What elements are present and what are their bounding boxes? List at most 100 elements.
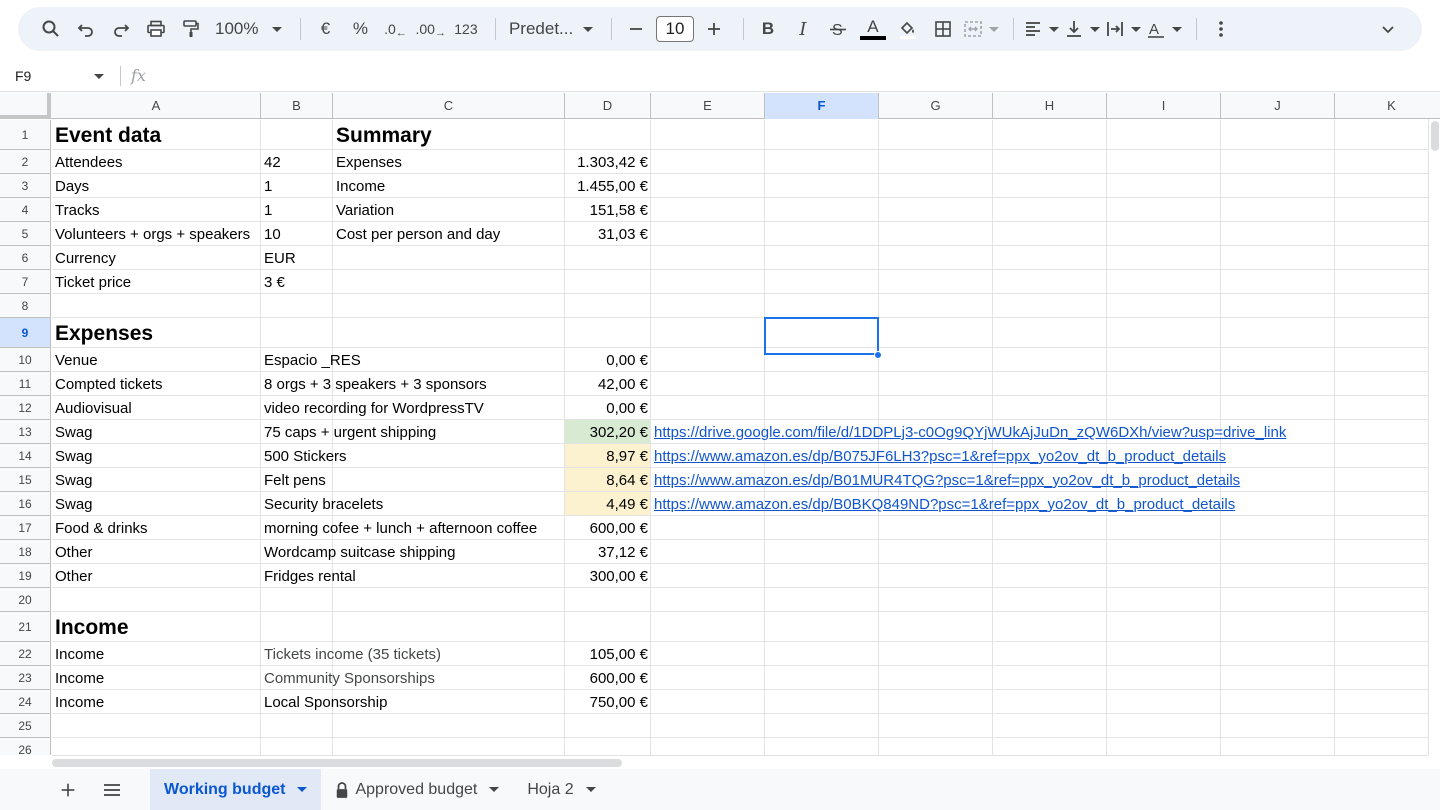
text-color-icon[interactable]: A (858, 14, 888, 44)
cell-a15[interactable]: Swag (52, 468, 261, 492)
collapse-toolbar-icon[interactable] (1373, 14, 1403, 44)
column-header-g[interactable]: G (879, 93, 993, 119)
cell-b15[interactable]: Felt pens (261, 468, 333, 492)
cell-b12[interactable]: video recording for WordpressTV (261, 396, 484, 420)
add-sheet-button[interactable] (46, 769, 90, 810)
cell-a18[interactable]: Other (52, 540, 261, 564)
search-menus-icon[interactable] (36, 14, 66, 44)
cell-b3[interactable]: 1 (261, 174, 333, 198)
cell-b7[interactable]: 3 € (261, 270, 333, 294)
text-rotation-icon[interactable]: A (1146, 14, 1182, 44)
row-header-4[interactable]: 4 (0, 198, 51, 222)
row-header-25[interactable]: 25 (0, 714, 51, 738)
borders-icon[interactable] (928, 14, 958, 44)
font-size-input[interactable]: 10 (655, 16, 694, 42)
row-header-12[interactable]: 12 (0, 396, 51, 420)
format-currency-button[interactable]: € (310, 14, 340, 44)
cell-a24[interactable]: Income (52, 690, 261, 714)
cell-b19[interactable]: Fridges rental (261, 564, 356, 588)
horizontal-align-icon[interactable] (1023, 14, 1059, 44)
row-header-9[interactable]: 9 (0, 318, 51, 348)
row-header-10[interactable]: 10 (0, 348, 51, 372)
column-header-i[interactable]: I (1107, 93, 1221, 119)
cell-b13[interactable]: 75 caps + urgent shipping (261, 420, 436, 444)
cell-a1[interactable]: Event data (52, 120, 261, 150)
cell-d3[interactable]: 1.455,00 € (565, 174, 651, 198)
chevron-down-icon[interactable] (489, 787, 500, 792)
cell-c3[interactable]: Income (333, 174, 565, 198)
cell-b23[interactable]: Community Sponsorships (261, 666, 435, 690)
undo-icon[interactable] (71, 14, 101, 44)
select-all-corner[interactable] (0, 93, 51, 119)
cell-a3[interactable]: Days (52, 174, 261, 198)
row-header-24[interactable]: 24 (0, 690, 51, 714)
column-header-a[interactable]: A (52, 93, 261, 119)
row-header-5[interactable]: 5 (0, 222, 51, 246)
cell-d12[interactable]: 0,00 € (565, 396, 651, 420)
cell-e14[interactable]: https://www.amazon.es/dp/B075JF6LH3?psc=… (651, 444, 1226, 468)
cell-d15[interactable]: 8,64 € (565, 468, 651, 492)
chevron-down-icon[interactable] (585, 787, 596, 792)
row-header-13[interactable]: 13 (0, 420, 51, 444)
cell-a9[interactable]: Expenses (52, 318, 261, 348)
all-sheets-button[interactable] (90, 769, 134, 810)
cell-d5[interactable]: 31,03 € (565, 222, 651, 246)
column-header-f[interactable]: F (765, 93, 879, 119)
cell-e15[interactable]: https://www.amazon.es/dp/B01MUR4TQG?psc=… (651, 468, 1240, 492)
bold-icon[interactable]: B (753, 14, 783, 44)
row-header-18[interactable]: 18 (0, 540, 51, 564)
cell-b5[interactable]: 10 (261, 222, 333, 246)
cell-a21[interactable]: Income (52, 612, 261, 642)
cell-b10[interactable]: Espacio _RES (261, 348, 361, 372)
cell-b16[interactable]: Security bracelets (261, 492, 383, 516)
increase-decimals-button[interactable]: .00 → (415, 14, 445, 44)
cell-d2[interactable]: 1.303,42 € (565, 150, 651, 174)
formula-input[interactable] (146, 63, 1440, 89)
row-header-19[interactable]: 19 (0, 564, 51, 588)
cell-b22[interactable]: Tickets income (35 tickets) (261, 642, 441, 666)
fill-color-icon[interactable] (893, 14, 923, 44)
row-header-16[interactable]: 16 (0, 492, 51, 516)
sheet-tab-working-budget[interactable]: Working budget (150, 769, 322, 810)
cell-b2[interactable]: 42 (261, 150, 333, 174)
row-header-6[interactable]: 6 (0, 246, 51, 270)
row-header-21[interactable]: 21 (0, 612, 51, 642)
cell-a11[interactable]: Compted tickets (52, 372, 261, 396)
row-header-1[interactable]: 1 (0, 120, 51, 150)
row-header-2[interactable]: 2 (0, 150, 51, 174)
row-header-7[interactable]: 7 (0, 270, 51, 294)
cell-d19[interactable]: 300,00 € (565, 564, 651, 588)
italic-icon[interactable]: I (788, 14, 818, 44)
paint-format-icon[interactable] (176, 14, 206, 44)
sheet-tab-hoja-2[interactable]: Hoja 2 (513, 769, 609, 810)
cell-b4[interactable]: 1 (261, 198, 333, 222)
row-header-17[interactable]: 17 (0, 516, 51, 540)
strikethrough-icon[interactable]: S (823, 14, 853, 44)
cell-a5[interactable]: Volunteers + orgs + speakers (52, 222, 261, 246)
column-header-k[interactable]: K (1335, 93, 1440, 119)
cell-link[interactable]: https://www.amazon.es/dp/B075JF6LH3?psc=… (654, 448, 1226, 465)
cell-d4[interactable]: 151,58 € (565, 198, 651, 222)
cell-e13[interactable]: https://drive.google.com/file/d/1DDPLj3-… (651, 420, 1286, 444)
vertical-scrollbar[interactable] (1428, 119, 1440, 755)
cell-c4[interactable]: Variation (333, 198, 565, 222)
horizontal-scroll-thumb[interactable] (52, 759, 622, 767)
more-formats-button[interactable]: 123 (451, 14, 481, 44)
row-header-14[interactable]: 14 (0, 444, 51, 468)
zoom-select[interactable]: 100% (211, 14, 286, 44)
row-header-8[interactable]: 8 (0, 294, 51, 318)
cell-a16[interactable]: Swag (52, 492, 261, 516)
cell-a19[interactable]: Other (52, 564, 261, 588)
row-header-20[interactable]: 20 (0, 588, 51, 612)
vertical-align-icon[interactable] (1064, 14, 1100, 44)
cell-d18[interactable]: 37,12 € (565, 540, 651, 564)
cell-b17[interactable]: morning cofee + lunch + afternoon coffee (261, 516, 537, 540)
cell-a2[interactable]: Attendees (52, 150, 261, 174)
column-header-c[interactable]: C (333, 93, 565, 119)
font-family-select[interactable]: Predet... (505, 14, 597, 44)
column-header-h[interactable]: H (993, 93, 1107, 119)
cell-d14[interactable]: 8,97 € (565, 444, 651, 468)
cell-a14[interactable]: Swag (52, 444, 261, 468)
cell-d17[interactable]: 600,00 € (565, 516, 651, 540)
cell-b14[interactable]: 500 Stickers (261, 444, 347, 468)
